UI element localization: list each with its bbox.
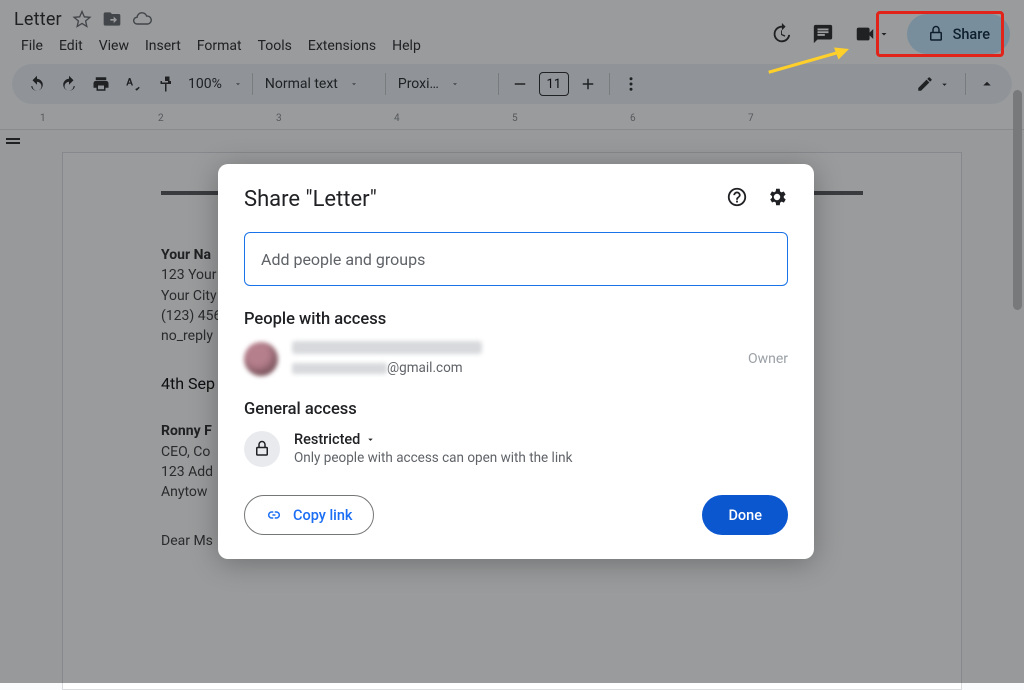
person-role: Owner bbox=[748, 351, 788, 367]
lock-icon bbox=[244, 431, 280, 467]
help-icon[interactable] bbox=[726, 186, 748, 212]
general-access-select[interactable]: Restricted bbox=[294, 431, 572, 448]
copy-link-label: Copy link bbox=[293, 507, 353, 524]
person-email: @gmail.com bbox=[292, 360, 734, 376]
settings-icon[interactable] bbox=[766, 186, 788, 212]
add-people-input[interactable] bbox=[244, 232, 788, 286]
share-dialog: Share "Letter" People with access @gmail… bbox=[218, 164, 814, 559]
avatar bbox=[244, 342, 278, 376]
general-access-heading: General access bbox=[244, 400, 788, 419]
dialog-title: Share "Letter" bbox=[244, 187, 377, 212]
copy-link-button[interactable]: Copy link bbox=[244, 495, 374, 535]
person-name-redacted bbox=[292, 341, 482, 354]
done-button[interactable]: Done bbox=[702, 495, 788, 535]
people-with-access-heading: People with access bbox=[244, 310, 788, 329]
access-person-row[interactable]: @gmail.com Owner bbox=[244, 341, 788, 376]
general-access-desc: Only people with access can open with th… bbox=[294, 450, 572, 466]
annotation-arrow bbox=[750, 46, 870, 76]
